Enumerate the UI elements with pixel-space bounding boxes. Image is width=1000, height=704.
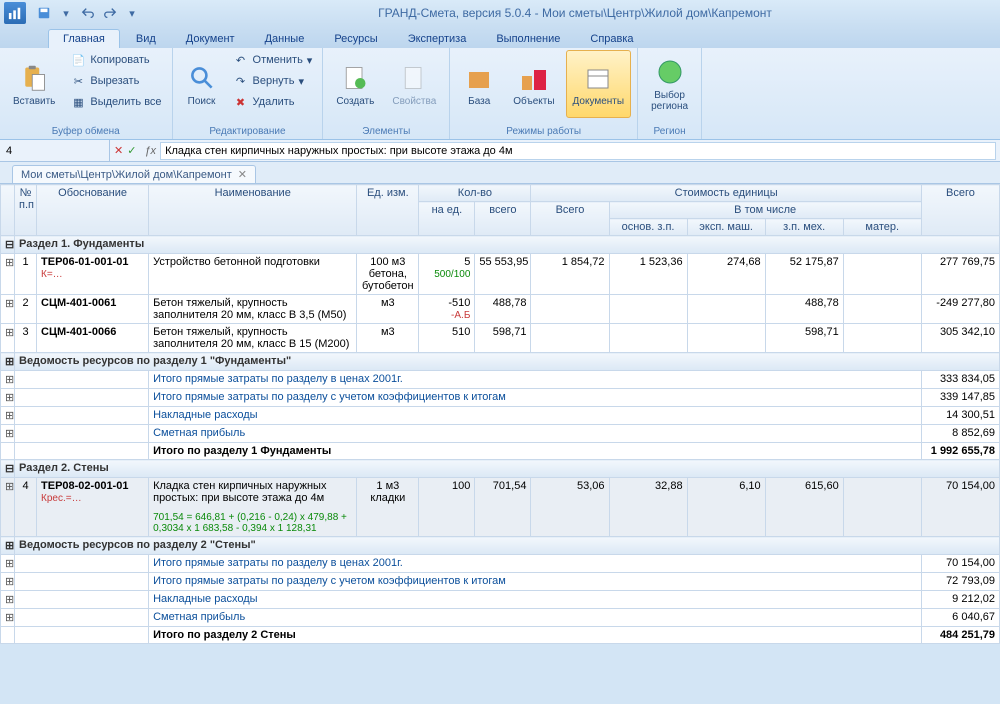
undo-button[interactable]: ↶Отменить ▾: [229, 50, 317, 70]
col-unit[interactable]: Ед. изм.: [357, 185, 419, 236]
document-tab[interactable]: Мои сметы\Центр\Жилой дом\Капремонт ✕: [12, 165, 256, 183]
base-icon: [463, 62, 495, 94]
data-row[interactable]: ⊞1 ТЕР06-01-001-01К=… Устройство бетонно…: [1, 254, 1000, 295]
group-elements: Создать Свойства Элементы: [323, 48, 450, 139]
subtotal-row[interactable]: ⊞Итого прямые затраты по разделу в ценах…: [1, 555, 1000, 573]
formula-input[interactable]: Кладка стен кирпичных наружных простых: …: [160, 142, 996, 160]
app-icon[interactable]: [4, 2, 26, 24]
search-button[interactable]: Поиск: [179, 50, 225, 118]
cut-icon: ✂: [70, 73, 86, 89]
fx-icon[interactable]: ƒx: [140, 145, 160, 157]
cell-reference[interactable]: 4: [0, 140, 110, 161]
paste-button[interactable]: Вставить: [6, 50, 62, 118]
subtotal-row[interactable]: ⊞Накладные расходы14 300,51: [1, 407, 1000, 425]
select-all-button[interactable]: ▦Выделить все: [66, 92, 165, 112]
window-title: ГРАНД-Смета, версия 5.0.4 - Мои сметы\Це…: [154, 6, 996, 20]
documents-button[interactable]: Документы: [566, 50, 632, 118]
qat-dropdown-icon[interactable]: ▾: [56, 3, 76, 23]
redo-button[interactable]: ↷Вернуть ▾: [229, 71, 317, 91]
col-num[interactable]: № п.п: [15, 185, 37, 236]
redo-icon[interactable]: [100, 3, 120, 23]
subtotal-row[interactable]: Итого по разделу 2 Стены484 251,79: [1, 627, 1000, 644]
objects-button[interactable]: Объекты: [506, 50, 561, 118]
props-button[interactable]: Свойства: [385, 50, 443, 118]
undo-icon: ↶: [233, 52, 249, 68]
close-tab-icon[interactable]: ✕: [238, 168, 247, 181]
tab-resources[interactable]: Ресурсы: [320, 30, 391, 48]
tab-data[interactable]: Данные: [251, 30, 319, 48]
resources-row[interactable]: ⊞Ведомость ресурсов по разделу 1 "Фундам…: [1, 353, 1000, 371]
subtotal-row[interactable]: ⊞Сметная прибыль6 040,67: [1, 609, 1000, 627]
select-all-icon: ▦: [70, 94, 86, 110]
subtotal-row[interactable]: ⊞Итого прямые затраты по разделу с учето…: [1, 573, 1000, 591]
paste-icon: [18, 62, 50, 94]
props-icon: [398, 62, 430, 94]
title-bar: ▾ ▾ ГРАНД-Смета, версия 5.0.4 - Мои смет…: [0, 0, 1000, 26]
quick-access-toolbar: ▾ ▾: [34, 3, 142, 23]
data-row[interactable]: ⊞3 СЦМ-401-0066Бетон тяжелый, крупность …: [1, 324, 1000, 353]
group-region: Выбор региона Регион: [638, 48, 702, 139]
delete-icon: ✖: [233, 94, 249, 110]
accept-fx-icon[interactable]: ✓: [127, 144, 136, 157]
estimate-grid[interactable]: № п.п Обоснование Наименование Ед. изм. …: [0, 184, 1000, 644]
undo-icon[interactable]: [78, 3, 98, 23]
group-modes: База Объекты Документы Режимы работы: [450, 48, 638, 139]
globe-icon: [654, 56, 686, 88]
tab-execution[interactable]: Выполнение: [482, 30, 574, 48]
region-button[interactable]: Выбор региона: [644, 50, 695, 118]
tab-main[interactable]: Главная: [48, 29, 120, 48]
tab-view[interactable]: Вид: [122, 30, 170, 48]
document-tabs: Мои сметы\Центр\Жилой дом\Капремонт ✕: [0, 162, 1000, 184]
col-unitcost[interactable]: Стоимость единицы: [531, 185, 921, 202]
documents-icon: [582, 62, 614, 94]
col-name[interactable]: Наименование: [149, 185, 357, 236]
create-button[interactable]: Создать: [329, 50, 381, 118]
resources-row[interactable]: ⊞Ведомость ресурсов по разделу 2 "Стены": [1, 537, 1000, 555]
create-icon: [339, 62, 371, 94]
group-clipboard: Вставить 📄Копировать ✂Вырезать ▦Выделить…: [0, 48, 173, 139]
tab-document[interactable]: Документ: [172, 30, 249, 48]
delete-button[interactable]: ✖Удалить: [229, 92, 317, 112]
col-rtotal[interactable]: Всего: [921, 185, 999, 236]
objects-icon: [518, 62, 550, 94]
col-qty[interactable]: Кол-во: [419, 185, 531, 202]
data-row-selected[interactable]: ⊞4 ТЕР08-02-001-01Крес.=… Кладка стен ки…: [1, 478, 1000, 537]
cancel-fx-icon[interactable]: ✕: [114, 144, 123, 157]
copy-icon: 📄: [70, 52, 86, 68]
cut-button[interactable]: ✂Вырезать: [66, 71, 165, 91]
section-row[interactable]: ⊟Раздел 1. Фундаменты: [1, 236, 1000, 254]
subtotal-row[interactable]: ⊞Итого прямые затраты по разделу в ценах…: [1, 371, 1000, 389]
ribbon-tabs: Главная Вид Документ Данные Ресурсы Эксп…: [0, 26, 1000, 48]
base-button[interactable]: База: [456, 50, 502, 118]
subtotal-row[interactable]: ⊞Накладные расходы9 212,02: [1, 591, 1000, 609]
search-icon: [186, 62, 218, 94]
section-row[interactable]: ⊟Раздел 2. Стены: [1, 460, 1000, 478]
data-row[interactable]: ⊞2 СЦМ-401-0061Бетон тяжелый, крупность …: [1, 295, 1000, 324]
formula-bar: 4 ✕ ✓ ƒx Кладка стен кирпичных наружных …: [0, 140, 1000, 162]
subtotal-row[interactable]: Итого по разделу 1 Фундаменты1 992 655,7…: [1, 443, 1000, 460]
ribbon: Вставить 📄Копировать ✂Вырезать ▦Выделить…: [0, 48, 1000, 140]
tab-help[interactable]: Справка: [576, 30, 647, 48]
col-obn[interactable]: Обоснование: [37, 185, 149, 236]
redo-icon: ↷: [233, 73, 249, 89]
save-icon[interactable]: [34, 3, 54, 23]
group-edit: Поиск ↶Отменить ▾ ↷Вернуть ▾ ✖Удалить Ре…: [173, 48, 324, 139]
subtotal-row[interactable]: ⊞Итого прямые затраты по разделу с учето…: [1, 389, 1000, 407]
qat-more-icon[interactable]: ▾: [122, 3, 142, 23]
tab-expertise[interactable]: Экспертиза: [394, 30, 481, 48]
subtotal-row[interactable]: ⊞Сметная прибыль8 852,69: [1, 425, 1000, 443]
copy-button[interactable]: 📄Копировать: [66, 50, 165, 70]
